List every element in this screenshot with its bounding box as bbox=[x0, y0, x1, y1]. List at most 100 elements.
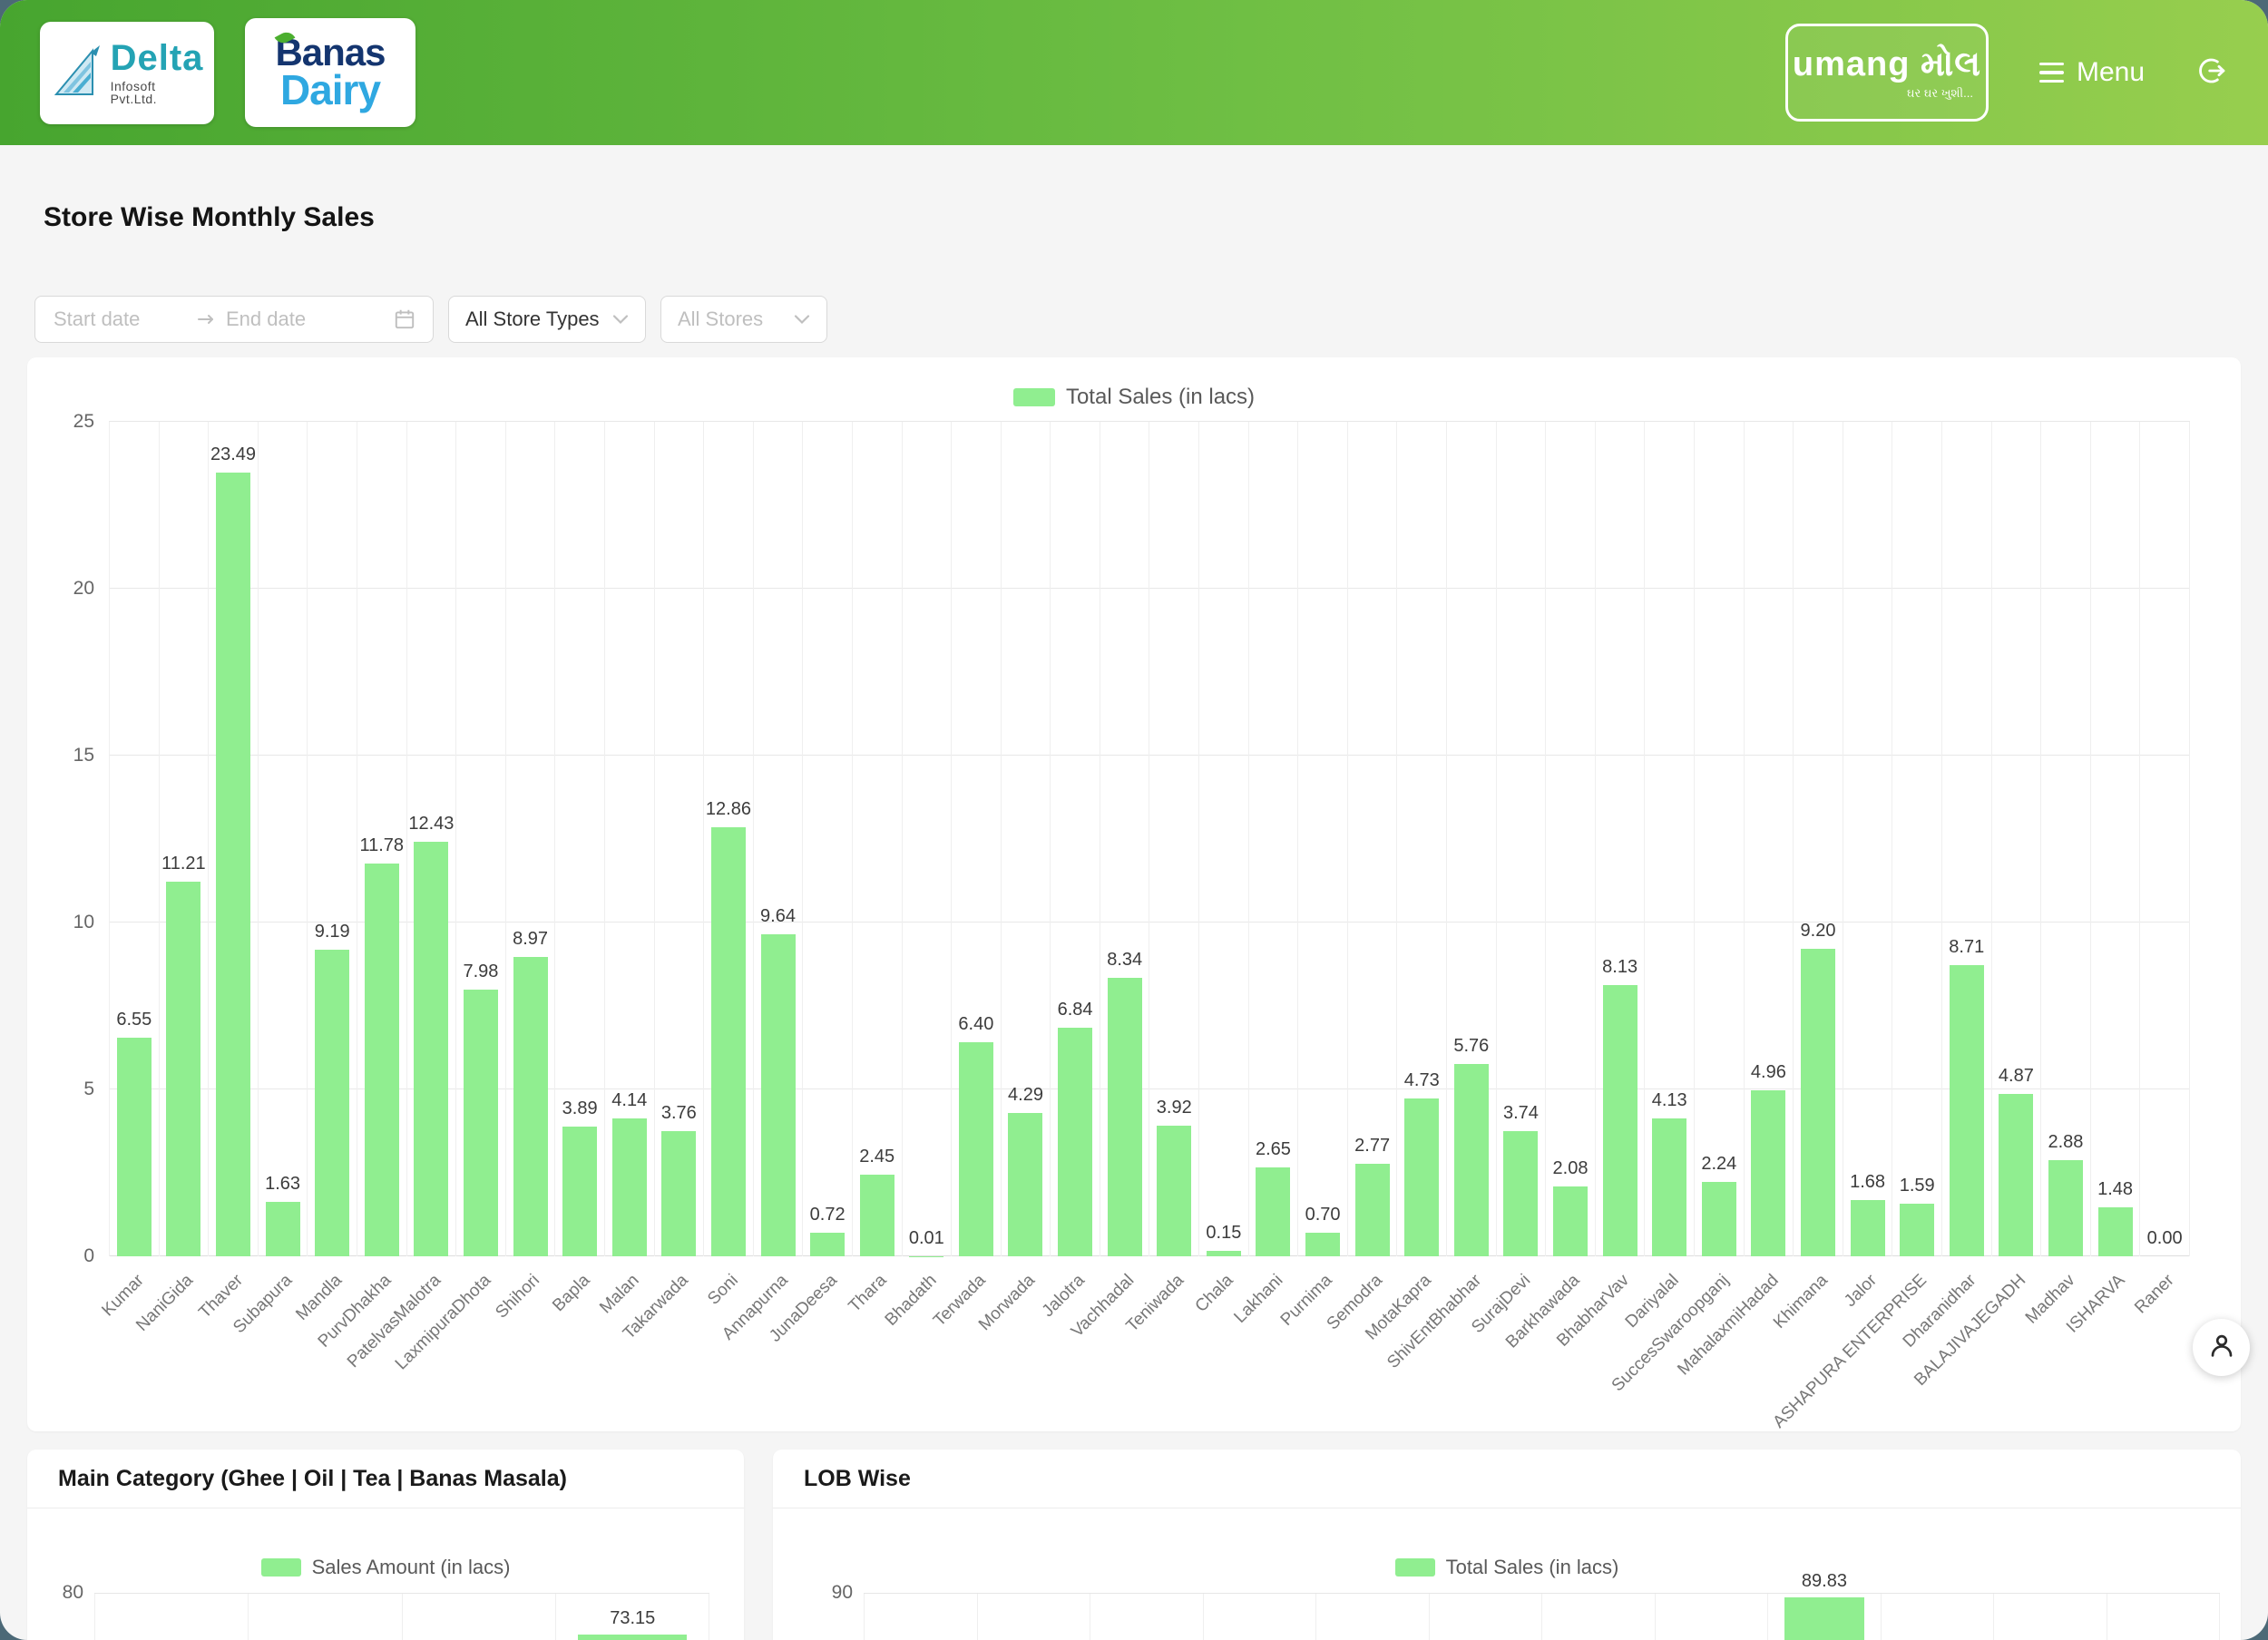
sales-bar bbox=[810, 1233, 845, 1256]
store-select-placeholder: All Stores bbox=[678, 308, 763, 331]
bar-slot: 2.08Barkhawada bbox=[1546, 422, 1596, 1256]
x-axis-label: Thara bbox=[846, 1271, 892, 1317]
bar-slot: 4.29Morwada bbox=[1002, 422, 1051, 1256]
cat-grid-area: 73.15 bbox=[94, 1593, 709, 1640]
store-type-select[interactable]: All Store Types bbox=[448, 296, 646, 343]
logout-icon bbox=[2195, 54, 2228, 92]
lob-wise-title: LOB Wise bbox=[773, 1450, 2241, 1508]
y-axis-tick: 20 bbox=[73, 578, 94, 600]
app-window: Delta Infosoft Pvt.Ltd. Banas Dairy uman… bbox=[0, 0, 2268, 1640]
y-axis-tick: 90 bbox=[832, 1582, 853, 1604]
bar-value-label: 3.89 bbox=[562, 1098, 598, 1119]
bar-value-label: 2.65 bbox=[1256, 1139, 1291, 1160]
bar-slots: 6.55Kumar11.21NaniGida23.49Thaver1.63Sub… bbox=[109, 422, 2190, 1256]
x-axis-label: Khimana bbox=[1770, 1271, 1833, 1333]
sales-bar bbox=[315, 950, 349, 1256]
grid-column bbox=[1204, 1594, 1317, 1640]
bar-slot: 23.49Thaver bbox=[209, 422, 259, 1256]
bar-slot: 8.97Shihori bbox=[506, 422, 556, 1256]
bar-value-label: 4.29 bbox=[1008, 1085, 1043, 1106]
sales-bar bbox=[2048, 1160, 2083, 1256]
logout-button[interactable] bbox=[2195, 54, 2228, 92]
bar-slot: 3.89Bapla bbox=[555, 422, 605, 1256]
bottom-cards-row: Main Category (Ghee | Oil | Tea | Banas … bbox=[27, 1450, 2241, 1640]
bar-slot: 0.15Chala bbox=[1199, 422, 1249, 1256]
sales-bar bbox=[1404, 1098, 1439, 1256]
main-category-legend[interactable]: Sales Amount (in lacs) bbox=[27, 1556, 744, 1579]
bar-slot: 11.78PurvDhakha bbox=[357, 422, 407, 1256]
sales-bar bbox=[1157, 1126, 1191, 1256]
bar-value-label: 4.96 bbox=[1751, 1062, 1786, 1083]
bar-slot: 6.40Terwada bbox=[952, 422, 1002, 1256]
calendar-icon[interactable] bbox=[393, 308, 416, 331]
sales-bar bbox=[1305, 1233, 1340, 1256]
bar-value-label: 23.49 bbox=[210, 444, 256, 465]
bar-slot: 4.73MotaKapra bbox=[1397, 422, 1447, 1256]
bar-value-label: 2.24 bbox=[1701, 1154, 1736, 1175]
grid-column bbox=[1994, 1594, 2107, 1640]
sales-bar bbox=[562, 1127, 597, 1256]
bar-value-label: 9.64 bbox=[760, 906, 796, 927]
umang-logo-subtext: ઘર ઘર ખુશી... bbox=[1907, 86, 1973, 101]
bar-slot: 4.14Malan bbox=[605, 422, 655, 1256]
delta-logo-title: Delta bbox=[111, 40, 204, 76]
lob-wise-legend[interactable]: Total Sales (in lacs) bbox=[773, 1556, 2241, 1579]
legend-label: Total Sales (in lacs) bbox=[1066, 385, 1255, 410]
lob-grid-area: 89.83 bbox=[864, 1593, 2220, 1640]
bar-slot: 4.13Dariyalal bbox=[1645, 422, 1695, 1256]
date-range-picker[interactable] bbox=[34, 296, 434, 343]
sales-bar bbox=[464, 990, 498, 1256]
bar-value-label: 8.34 bbox=[1107, 950, 1142, 971]
bar-slot: 4.96MahalaxmiHadad bbox=[1745, 422, 1794, 1256]
sales-bar bbox=[1652, 1118, 1686, 1256]
main-category-plot: 80 73.15 bbox=[27, 1593, 744, 1640]
bar-value-label: 2.77 bbox=[1354, 1136, 1390, 1157]
bar-value-label: 8.71 bbox=[1949, 937, 1984, 958]
grid-column bbox=[95, 1594, 249, 1640]
main-content: Store Wise Monthly Sales bbox=[0, 145, 2268, 1640]
bar-value-label: 6.55 bbox=[116, 1010, 152, 1030]
lob-wise-card: LOB Wise Total Sales (in lacs) 90 89.83 bbox=[773, 1450, 2241, 1640]
x-axis-label: Soni bbox=[704, 1271, 742, 1309]
bar-slot: 3.76Takarwada bbox=[655, 422, 705, 1256]
bar-value-label: 9.19 bbox=[315, 922, 350, 942]
sales-bar bbox=[216, 473, 250, 1256]
end-date-input[interactable] bbox=[224, 307, 360, 332]
bar-slot: 1.63Subapura bbox=[259, 422, 308, 1256]
sales-bar bbox=[1108, 978, 1142, 1256]
bar-value-label: 6.40 bbox=[958, 1014, 993, 1035]
sales-bar bbox=[1503, 1131, 1538, 1256]
chart-legend[interactable]: Total Sales (in lacs) bbox=[27, 357, 2241, 410]
bar-slot: 9.19Mandla bbox=[308, 422, 357, 1256]
bar-slot: 7.98LaxmipuraDhota bbox=[456, 422, 506, 1256]
filter-bar: All Store Types All Stores bbox=[34, 296, 2241, 343]
sales-bar bbox=[1751, 1090, 1785, 1256]
bar-slot: 9.20Khimana bbox=[1794, 422, 1843, 1256]
avatar-button[interactable] bbox=[2193, 1319, 2250, 1376]
y-axis-tick: 5 bbox=[83, 1079, 94, 1100]
menu-button[interactable]: Menu bbox=[2039, 57, 2145, 88]
bar-value-label: 4.73 bbox=[1404, 1070, 1440, 1091]
bar-value-label: 2.08 bbox=[1553, 1158, 1589, 1179]
bar-value-label: 11.78 bbox=[359, 835, 404, 856]
bar-value-label: 4.13 bbox=[1652, 1090, 1687, 1111]
bar-value-label: 1.63 bbox=[265, 1174, 300, 1195]
sales-bar bbox=[1256, 1167, 1290, 1256]
y-axis-tick: 80 bbox=[63, 1582, 83, 1604]
bar-value-label: 0.72 bbox=[810, 1205, 846, 1225]
sales-bar bbox=[1900, 1204, 1934, 1257]
legend-chip bbox=[1395, 1558, 1435, 1577]
bar-value-label: 1.68 bbox=[1850, 1172, 1885, 1193]
bar-value-label: 8.97 bbox=[513, 929, 548, 950]
y-axis-tick: 25 bbox=[73, 411, 94, 433]
bar-slot: 0.00Raner bbox=[2140, 422, 2190, 1256]
store-select[interactable]: All Stores bbox=[660, 296, 827, 343]
page-title: Store Wise Monthly Sales bbox=[44, 201, 2241, 234]
swap-right-icon bbox=[197, 312, 215, 327]
grid-column bbox=[403, 1594, 556, 1640]
legend-chip bbox=[1013, 388, 1055, 406]
bar-slot: 8.13BhabharVav bbox=[1596, 422, 1646, 1256]
bar-slot: 2.65Lakhani bbox=[1249, 422, 1299, 1256]
delta-infosoft-logo: Delta Infosoft Pvt.Ltd. bbox=[40, 22, 214, 124]
start-date-input[interactable] bbox=[52, 307, 188, 332]
